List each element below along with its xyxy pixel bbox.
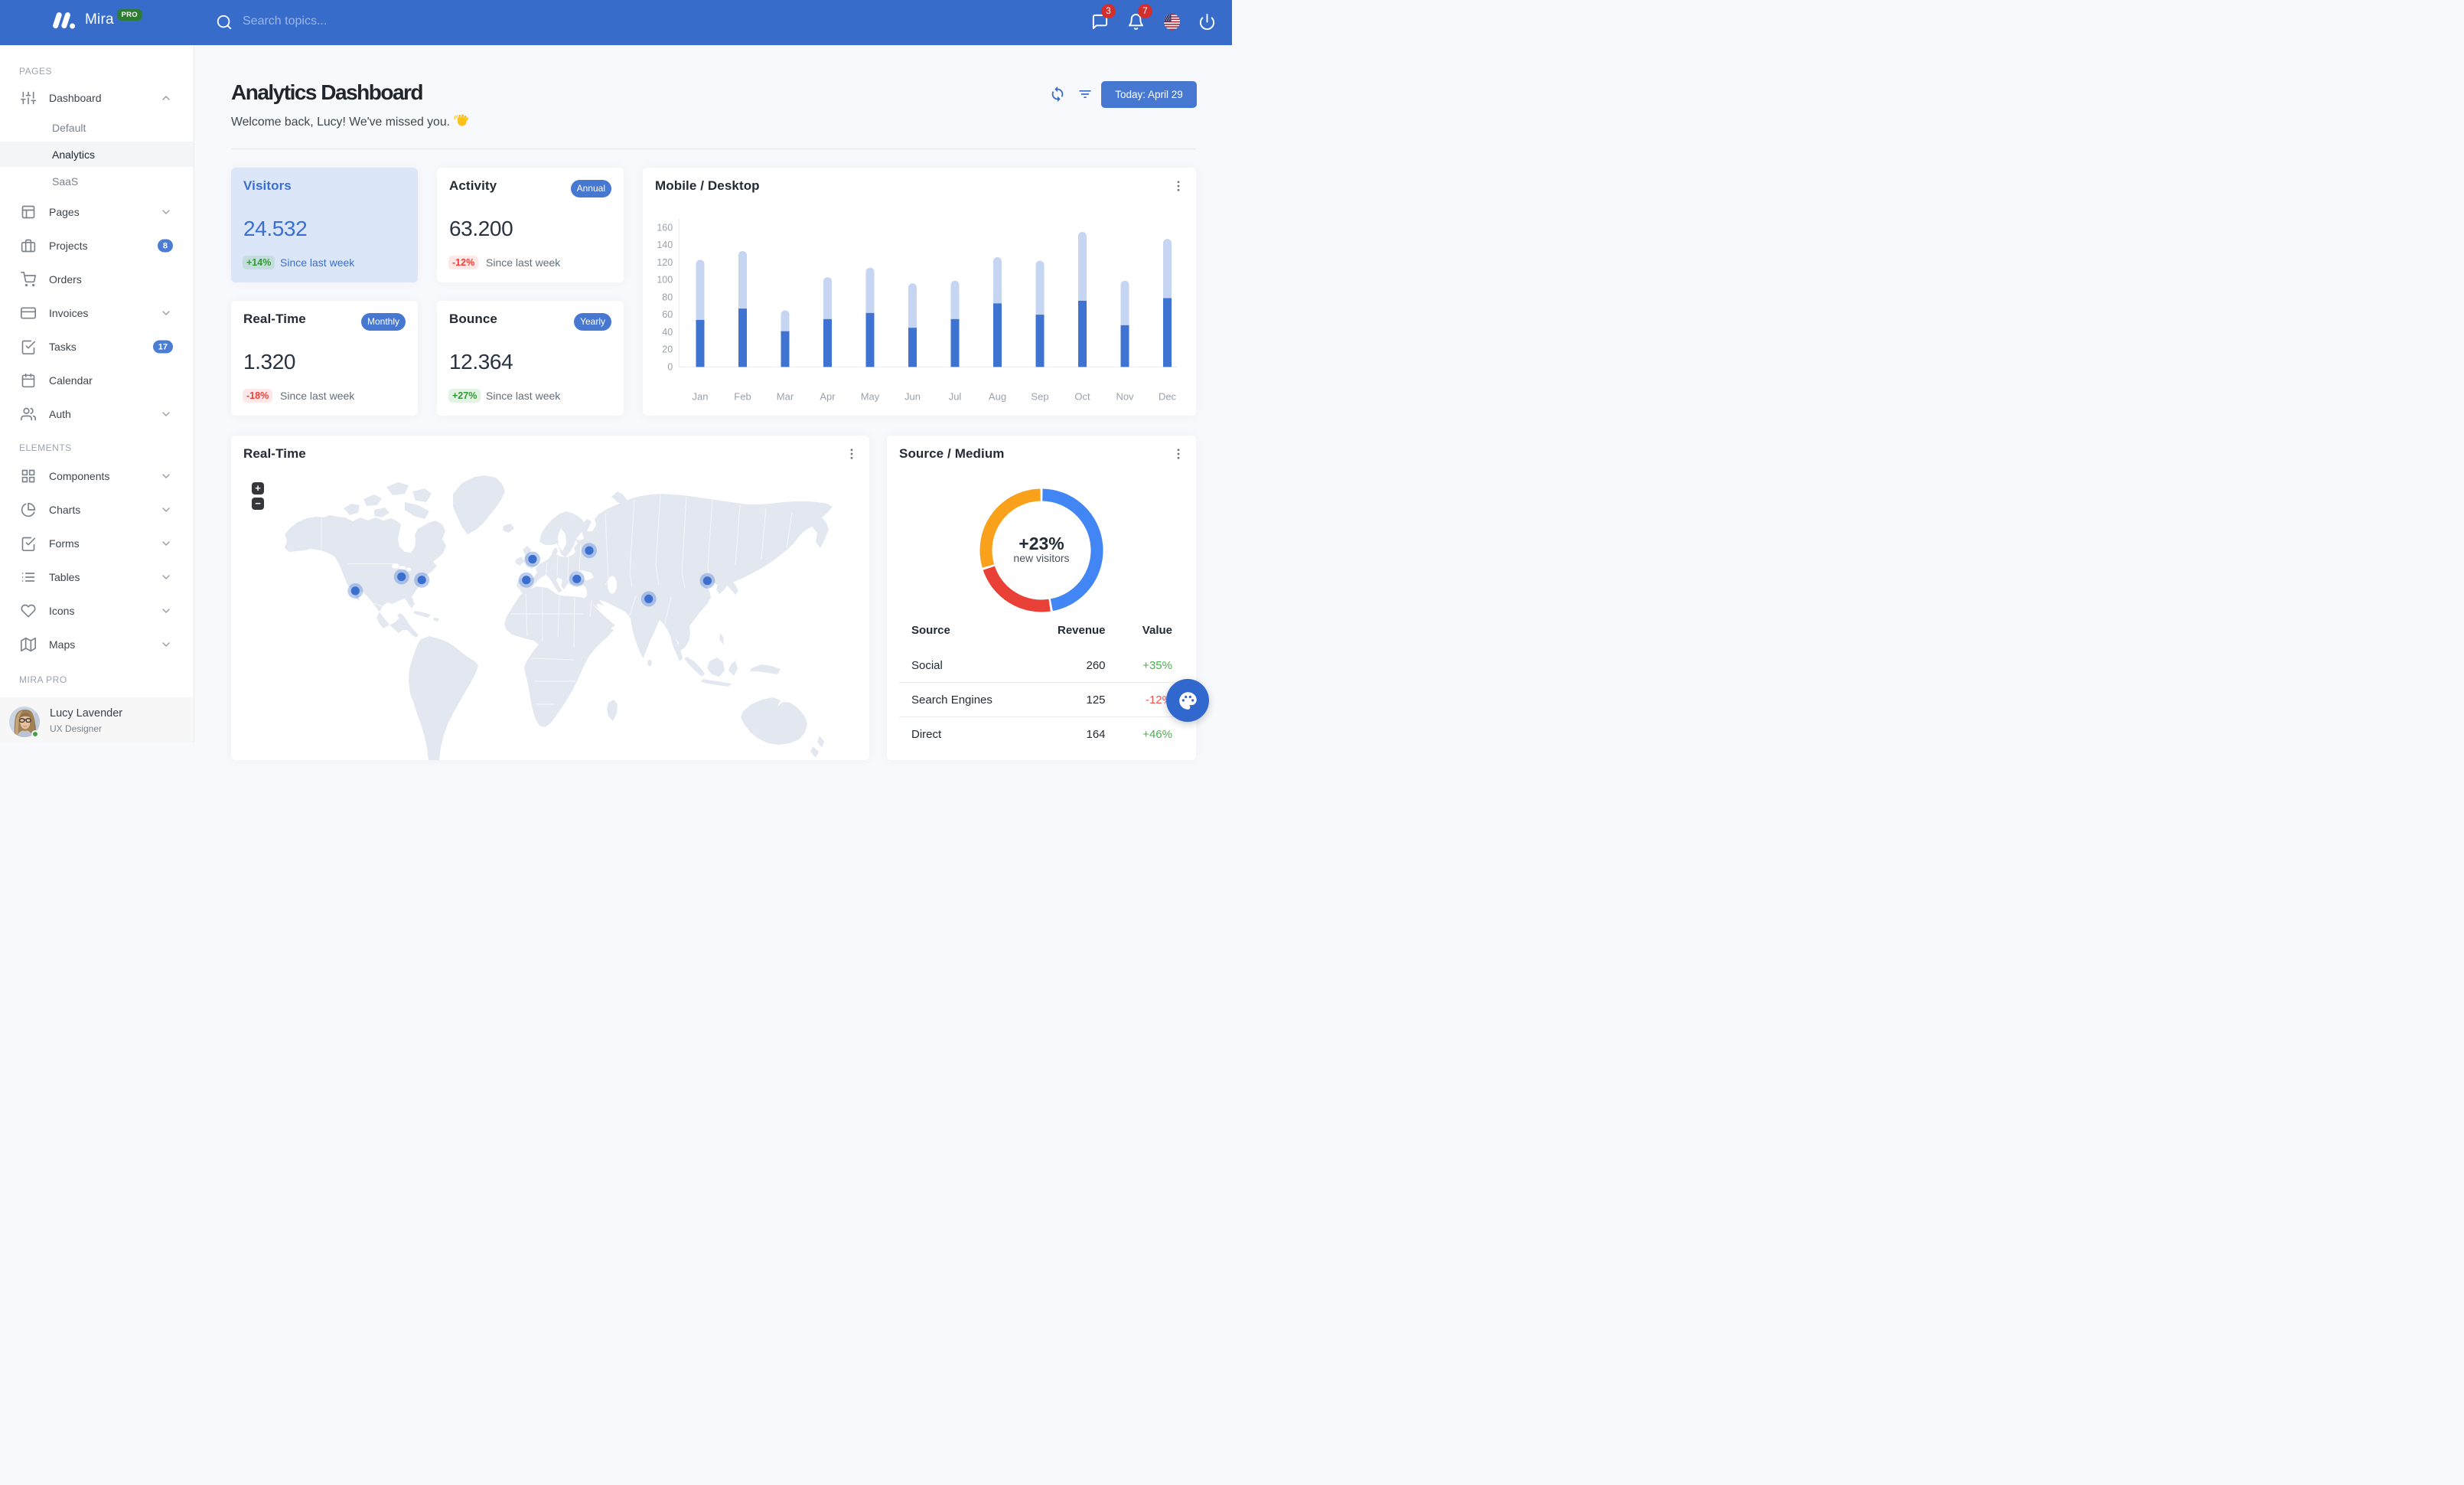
svg-text:Sep: Sep: [1031, 391, 1048, 403]
svg-text:100: 100: [657, 275, 673, 286]
svg-text:40: 40: [662, 327, 673, 338]
svg-text:160: 160: [657, 222, 673, 233]
svg-text:Jul: Jul: [949, 391, 962, 403]
svg-text:140: 140: [657, 240, 673, 250]
svg-text:Apr: Apr: [820, 391, 836, 403]
svg-text:Oct: Oct: [1074, 391, 1090, 403]
svg-text:Dec: Dec: [1159, 391, 1177, 403]
svg-text:Jan: Jan: [693, 391, 709, 403]
svg-text:Jun: Jun: [904, 391, 921, 403]
svg-text:Aug: Aug: [989, 391, 1006, 403]
svg-text:Nov: Nov: [1116, 391, 1134, 403]
svg-text:80: 80: [662, 292, 673, 302]
svg-text:120: 120: [657, 257, 673, 268]
svg-text:Feb: Feb: [734, 391, 751, 403]
svg-text:May: May: [861, 391, 880, 403]
svg-text:20: 20: [662, 344, 673, 355]
svg-text:Mar: Mar: [777, 391, 794, 403]
svg-text:0: 0: [667, 361, 673, 372]
svg-text:60: 60: [662, 309, 673, 320]
